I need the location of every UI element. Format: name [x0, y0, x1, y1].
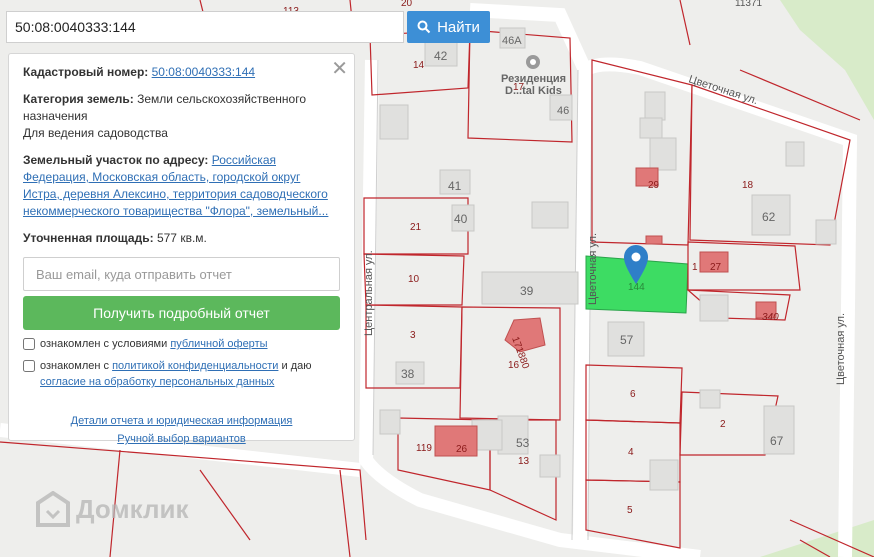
label-26: 26: [456, 444, 468, 455]
area-label: Уточненная площадь:: [23, 231, 154, 245]
label-62: 62: [762, 210, 776, 224]
category-row: Категория земель: Земли сельскохозяйстве…: [23, 91, 340, 142]
manual-selection-link[interactable]: Ручной выбор вариантов: [117, 433, 245, 445]
get-report-button[interactable]: Получить подробный отчет: [23, 296, 340, 330]
watermark-text: Домклик: [76, 493, 189, 524]
label-11371: 11371: [735, 0, 763, 9]
label-340: 340: [762, 312, 779, 323]
label-residence-1: Резиденция: [501, 73, 566, 85]
label-144: 144: [628, 282, 645, 293]
label-41: 41: [448, 179, 462, 193]
label-46a: 46А: [502, 35, 522, 47]
label-29: 29: [648, 180, 660, 191]
label-6: 6: [630, 389, 636, 400]
label-14: 14: [413, 60, 425, 71]
consent-privacy-mid: и даю: [281, 360, 312, 372]
category-label: Категория земель:: [23, 92, 134, 106]
label-3: 3: [410, 330, 416, 341]
label-40: 40: [454, 212, 468, 226]
label-central-street: Центральная ул.: [363, 250, 375, 336]
domclick-watermark: Домклик: [36, 491, 188, 527]
parcel-info-panel: ✕ Кадастровый номер: 50:08:0040333:144 К…: [8, 53, 355, 445]
consent-offer-checkbox[interactable]: [23, 338, 35, 350]
address-row: Земельный участок по адресу: Российская …: [23, 152, 340, 220]
search-button[interactable]: Найти: [407, 11, 490, 43]
label-2: 2: [720, 419, 726, 430]
label-20: 20: [401, 0, 413, 9]
area-unit: кв.м.: [180, 231, 207, 245]
cadastral-label: Кадастровый номер:: [23, 65, 149, 79]
label-1: 1: [692, 262, 698, 273]
details-link[interactable]: Детали отчета и юридическая информация: [71, 415, 293, 427]
label-39: 39: [520, 284, 534, 298]
public-offer-link[interactable]: публичной оферты: [170, 338, 267, 350]
email-field[interactable]: [23, 257, 340, 291]
bottom-links: Детали отчета и юридическая информация Р…: [23, 412, 340, 448]
label-street-mid: Цветочная ул.: [587, 233, 599, 305]
label-42: 42: [434, 49, 448, 63]
label-10: 10: [408, 274, 420, 285]
label-17: 17: [513, 82, 525, 93]
residence-poi-icon[interactable]: [526, 55, 540, 69]
address-label: Земельный участок по адресу:: [23, 153, 209, 167]
consent-privacy: ознакомлен с политикой конфиденциальност…: [23, 358, 340, 390]
cadastral-row: Кадастровый номер: 50:08:0040333:144: [23, 64, 340, 81]
label-street-right: Цветочная ул.: [835, 313, 847, 385]
area-value: 577: [156, 231, 177, 245]
label-119: 119: [416, 443, 432, 454]
consent-privacy-text: ознакомлен с политикой конфиденциальност…: [40, 358, 340, 390]
usage-value: Для ведения садоводства: [23, 126, 168, 140]
label-16: 16: [508, 360, 520, 371]
privacy-policy-link[interactable]: политикой конфиденциальности: [112, 360, 278, 372]
search-icon: [417, 20, 431, 34]
label-27: 27: [710, 262, 722, 273]
label-57: 57: [620, 333, 634, 347]
consent-offer-label: ознакомлен с условиями: [40, 338, 168, 350]
label-4: 4: [628, 447, 634, 458]
search-button-label: Найти: [437, 18, 480, 36]
close-icon[interactable]: ✕: [331, 56, 348, 81]
data-processing-link[interactable]: согласие на обработку персональных данны…: [40, 376, 274, 388]
consent-offer: ознакомлен с условиями публичной оферты: [23, 336, 340, 352]
cadastral-search-input[interactable]: [6, 11, 404, 43]
label-5: 5: [627, 505, 633, 516]
domclick-logo-icon: [36, 491, 70, 527]
area-row: Уточненная площадь: 577 кв.м.: [23, 230, 340, 247]
cadastral-number-link[interactable]: 50:08:0040333:144: [152, 65, 255, 79]
label-18: 18: [742, 180, 754, 191]
label-67: 67: [770, 434, 784, 448]
consent-privacy-label: ознакомлен с: [40, 360, 110, 372]
consent-privacy-checkbox[interactable]: [23, 360, 35, 372]
label-21: 21: [410, 222, 422, 233]
label-13: 13: [518, 456, 530, 467]
label-46: 46: [557, 105, 569, 117]
consent-offer-text: ознакомлен с условиями публичной оферты: [40, 336, 268, 352]
label-53: 53: [516, 436, 530, 450]
label-38: 38: [401, 367, 415, 381]
